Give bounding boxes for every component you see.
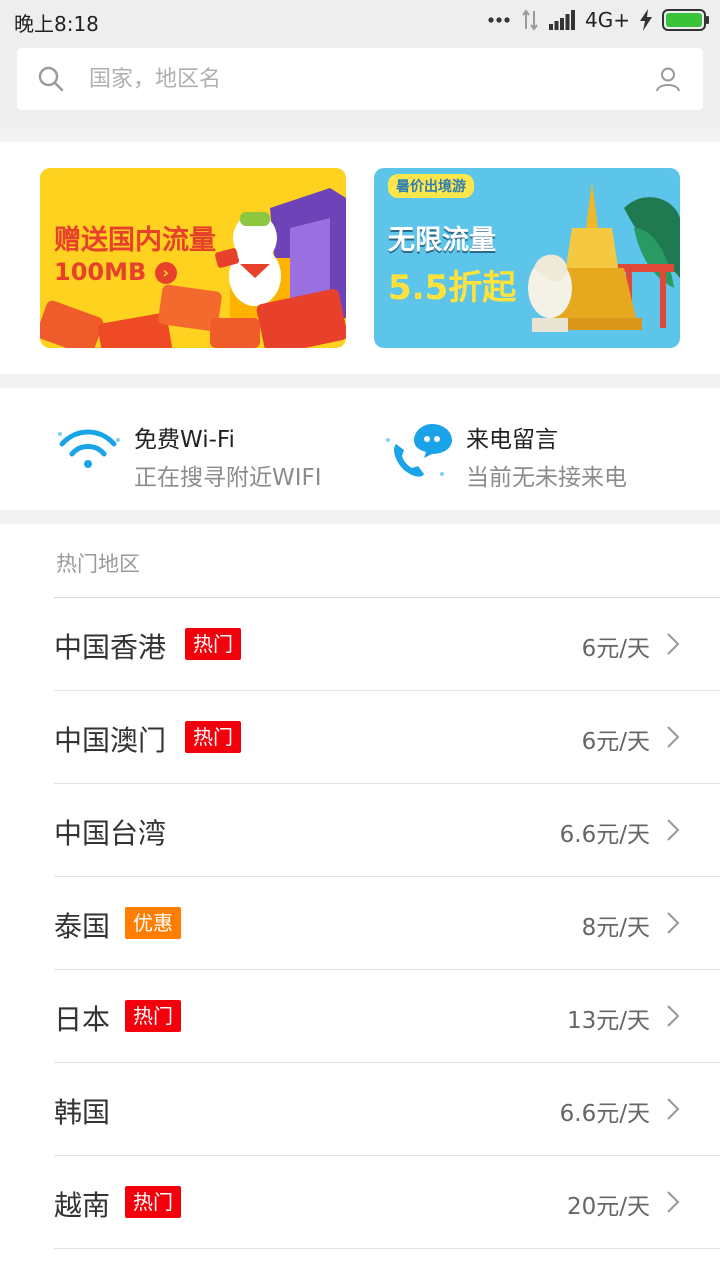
banner-subtitle: 100MB › [54,258,177,286]
service-subtitle: 正在搜寻附近WIFI [134,465,322,491]
region-list: 中国香港 热门 6元/天 中国澳门 热门 6元/天 中国台湾 6.6元/天 泰国… [54,597,720,1249]
hot-badge: 热门 [185,628,241,660]
status-bar: 晚上8:18 4G+ [0,0,720,40]
region-price: 13元/天 [566,1008,650,1034]
section-title: 热门地区 [56,552,140,576]
region-price: 6.6元/天 [559,1101,650,1127]
banner-title: 赠送国内流量 [54,225,216,256]
status-icons: 4G+ [487,7,710,33]
arrow-circle-icon: › [154,262,177,284]
signal-icon [549,10,576,30]
region-name: 韩国 [54,1096,111,1129]
chevron-right-icon [667,633,680,655]
region-price: 8元/天 [581,915,650,941]
service-title: 来电留言 [466,427,558,453]
hot-badge: 热门 [185,721,241,753]
banner-subtitle: 5.5折起 [388,268,517,308]
region-name: 日本 [54,1003,111,1036]
banner-title: 无限流量 [388,225,496,256]
list-item[interactable]: 中国香港 热门 6元/天 [54,598,720,691]
region-name: 泰国 [54,910,111,943]
chevron-right-icon [667,912,680,934]
search-input[interactable] [89,60,609,98]
service-section: 免费Wi-Fi 正在搜寻附近WIFI 来电留言 当前无未接来电 [0,388,720,510]
search-icon [38,66,64,92]
service-title: 免费Wi-Fi [134,427,235,453]
banner-tag: 暑价出境游 [388,174,474,198]
list-item[interactable]: 韩国 6.6元/天 [54,1063,720,1156]
battery-icon [662,9,709,31]
voicemail-icon [386,424,452,477]
region-price: 6元/天 [581,729,650,755]
hot-badge: 热门 [125,1000,181,1032]
list-item[interactable]: 日本 热门 13元/天 [54,970,720,1063]
chevron-right-icon [667,726,680,748]
list-item[interactable]: 泰国 优惠 8元/天 [54,877,720,970]
region-name: 中国香港 [54,631,167,664]
banner-unlimited-data[interactable]: 暑价出境游 无限流量 5.5折起 [374,168,680,348]
banner-free-data[interactable]: 赠送国内流量 100MB › [40,168,346,348]
region-name: 越南 [54,1189,111,1222]
region-name: 中国澳门 [54,724,167,757]
region-price: 20元/天 [566,1194,650,1220]
status-time: 晚上8:18 [14,12,99,36]
chevron-right-icon [667,1005,680,1027]
service-subtitle: 当前无未接来电 [466,465,627,491]
banner-subtitle-text: 100MB [54,258,147,286]
region-price: 6.6元/天 [559,822,650,848]
hot-badge: 热门 [125,1186,181,1218]
region-price: 6元/天 [581,636,650,662]
charging-icon [640,9,652,31]
discount-badge: 优惠 [125,907,181,939]
list-item[interactable]: 越南 热门 20元/天 [54,1156,720,1249]
wifi-icon [58,429,120,468]
banner-section: 赠送国内流量 100MB › 暑价出境游 无限流量 5.5折起 [0,142,720,374]
user-icon[interactable] [655,66,681,92]
chevron-right-icon [667,1191,680,1213]
chevron-right-icon [667,819,680,841]
search-box[interactable] [17,48,703,110]
chevron-right-icon [667,1098,680,1120]
list-item[interactable]: 中国澳门 热门 6元/天 [54,691,720,784]
region-name: 中国台湾 [54,817,167,850]
search-area [0,40,720,128]
dots-icon [488,17,510,23]
network-type: 4G+ [585,8,630,32]
data-arrows-icon [522,9,538,31]
hot-regions-section: 热门地区 中国香港 热门 6元/天 中国澳门 热门 6元/天 中国台湾 6.6元… [0,524,720,1280]
list-item[interactable]: 中国台湾 6.6元/天 [54,784,720,877]
